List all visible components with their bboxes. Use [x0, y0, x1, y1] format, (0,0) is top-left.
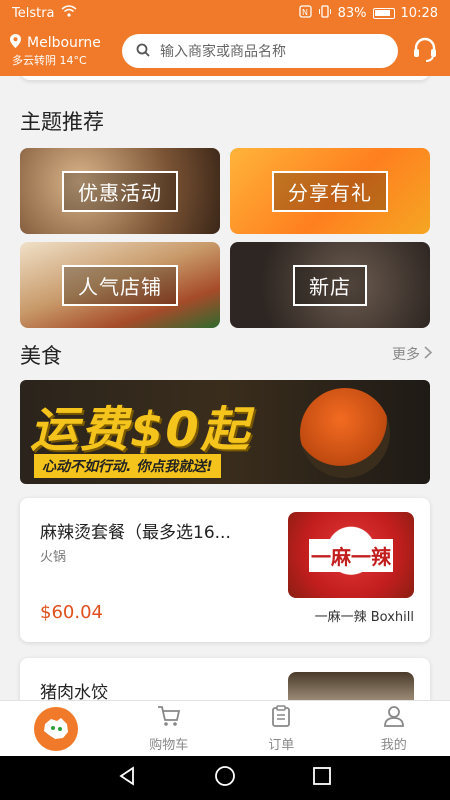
carrier-label: Telstra — [12, 5, 55, 21]
location-selector[interactable]: Melbourne 多云转阴 14°C — [10, 34, 110, 68]
weather-text: 多云转阴 14°C — [12, 54, 87, 67]
theme-tile-new-shops[interactable]: 新店 — [230, 242, 430, 328]
food-item-name: 猪肉水饺 — [40, 683, 108, 700]
nfc-icon: N — [298, 4, 312, 22]
location-pin-icon — [10, 34, 21, 52]
food-item-image: 一麻一辣 — [288, 512, 414, 598]
search-placeholder: 输入商家或商品名称 — [160, 44, 286, 60]
tab-cart[interactable]: 购物车 — [113, 701, 226, 756]
theme-section-title: 主题推荐 — [20, 110, 104, 134]
food-item-card[interactable]: 猪肉水饺 — [20, 658, 430, 700]
theme-tile-promotions[interactable]: 优惠活动 — [20, 148, 220, 234]
chevron-right-icon — [424, 345, 433, 363]
battery-percent: 83% — [337, 5, 367, 21]
orders-icon — [271, 704, 291, 731]
system-nav-bar — [0, 756, 450, 800]
headset-icon — [411, 35, 439, 67]
food-item-category: 火锅 — [40, 550, 67, 565]
wifi-icon — [61, 5, 77, 21]
tab-orders[interactable]: 订单 — [225, 701, 338, 756]
back-icon[interactable] — [118, 766, 138, 790]
banner-headline: 运费$0起 — [30, 402, 251, 458]
tab-me[interactable]: 我的 — [338, 701, 450, 756]
food-item-price: $60.04 — [40, 602, 103, 623]
theme-tile-label: 分享有礼 — [272, 170, 388, 212]
more-link[interactable]: 更多 — [392, 344, 433, 364]
theme-tile-popular-shops[interactable]: 人气店铺 — [20, 242, 220, 328]
tab-cart-label: 购物车 — [149, 737, 189, 753]
main-content[interactable]: 主题推荐 优惠活动 分享有礼 人气店铺 新店 美食 更多 运费$0起 心动不如行… — [0, 76, 450, 700]
person-icon — [383, 705, 405, 731]
clock: 10:28 — [400, 5, 438, 21]
banner-slogan: 心动不如行动. 你点我就送! — [34, 454, 221, 478]
tab-me-label: 我的 — [380, 737, 407, 753]
food-section-title: 美食 — [20, 344, 62, 368]
food-item-name: 麻辣烫套餐（最多选16... — [40, 523, 231, 543]
previous-card-edge — [20, 76, 430, 80]
food-item-card[interactable]: 麻辣烫套餐（最多选16... 火锅 $60.04 一麻一辣 Boxhill 一麻… — [20, 498, 430, 642]
tab-orders-label: 订单 — [268, 737, 295, 753]
delivery-rider-image — [300, 388, 390, 478]
shop-logo: 一麻一辣 — [309, 538, 393, 572]
svg-text:N: N — [302, 8, 308, 17]
more-label: 更多 — [392, 347, 420, 363]
home-australia-icon — [34, 706, 79, 751]
customer-service-button[interactable] — [410, 36, 440, 66]
search-input[interactable]: 输入商家或商品名称 — [122, 34, 398, 68]
bottom-tab-bar: 购物车 订单 我的 — [0, 700, 450, 756]
theme-tile-label: 人气店铺 — [62, 264, 178, 306]
food-item-shop: 一麻一辣 Boxhill — [314, 610, 414, 625]
app-header: Melbourne 多云转阴 14°C 输入商家或商品名称 — [0, 26, 450, 76]
food-item-image — [288, 672, 414, 700]
theme-tile-label: 新店 — [293, 264, 367, 306]
delivery-promo-banner[interactable]: 运费$0起 心动不如行动. 你点我就送! — [20, 380, 430, 484]
battery-icon — [372, 7, 395, 19]
tab-home[interactable] — [0, 701, 113, 756]
theme-tile-share[interactable]: 分享有礼 — [230, 148, 430, 234]
vibrate-icon — [318, 4, 332, 22]
city-name: Melbourne — [27, 35, 101, 51]
cart-icon — [157, 705, 181, 731]
status-bar: Telstra N 83% 10:28 — [0, 0, 450, 26]
theme-tiles: 优惠活动 分享有礼 人气店铺 新店 — [20, 148, 430, 328]
search-icon — [136, 42, 150, 61]
theme-tile-label: 优惠活动 — [62, 170, 178, 212]
recents-icon[interactable] — [312, 766, 332, 790]
home-icon[interactable] — [214, 765, 236, 791]
